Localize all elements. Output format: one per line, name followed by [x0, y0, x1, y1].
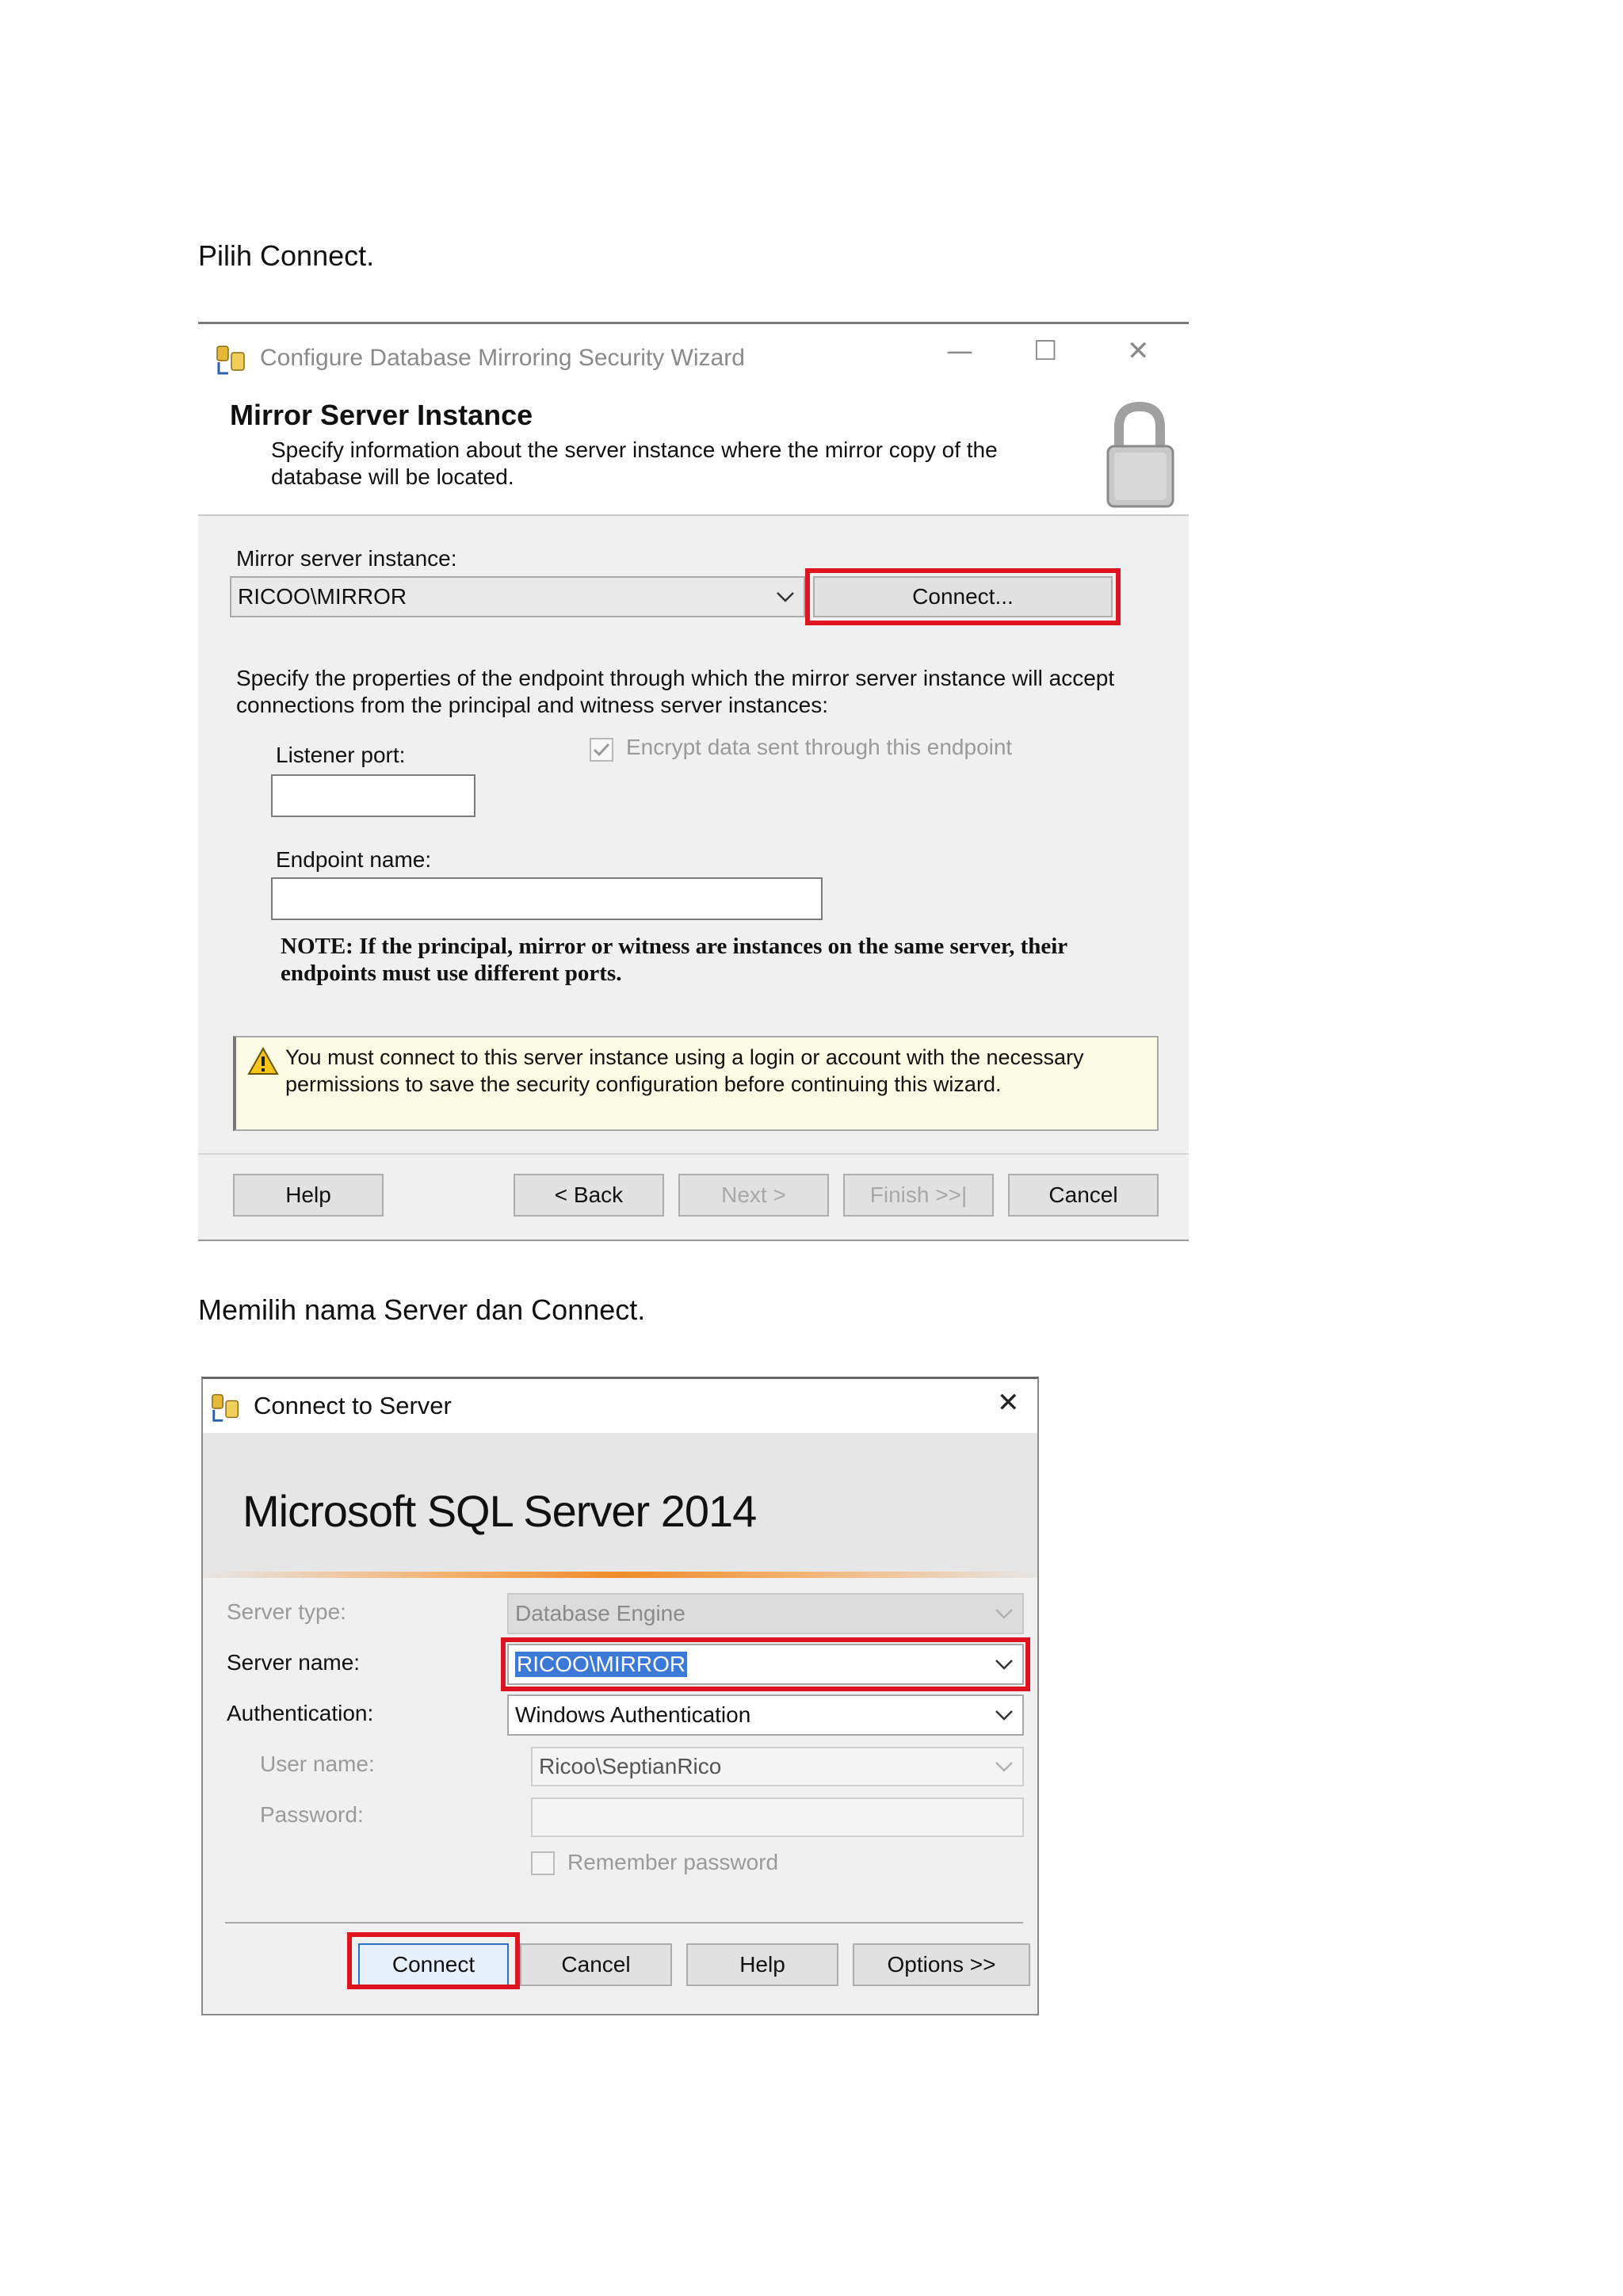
note-text: NOTE: If the principal, mirror or witnes…: [281, 934, 1067, 986]
password-input[interactable]: [531, 1797, 1024, 1837]
mirror-server-label: Mirror server instance:: [236, 546, 457, 571]
chevron-down-icon: [995, 1710, 1013, 1721]
options-button[interactable]: Options >>: [853, 1943, 1030, 1986]
next-button[interactable]: Next >: [678, 1174, 829, 1217]
caption-pilih-connect: Pilih Connect.: [198, 239, 375, 272]
wizard-header: Mirror Server Instance Specify informati…: [198, 388, 1189, 516]
endpoint-name-label: Endpoint name:: [276, 847, 432, 872]
cancel-button[interactable]: Cancel: [520, 1943, 672, 1986]
page-description: Specify information about the server ins…: [271, 437, 998, 489]
listener-port-label: Listener port:: [276, 743, 406, 767]
close-icon[interactable]: ✕: [1127, 335, 1150, 367]
close-icon[interactable]: ✕: [997, 1387, 1020, 1419]
encrypt-label: Encrypt data sent through this endpoint: [626, 735, 1013, 759]
endpoint-name-input[interactable]: [271, 877, 823, 920]
connect-highlight-box: [347, 1932, 520, 1989]
finish-button[interactable]: Finish >>|: [843, 1174, 994, 1217]
page-title: Mirror Server Instance: [230, 399, 533, 431]
chevron-down-icon: [777, 592, 794, 602]
warning-panel: You must connect to this server instance…: [233, 1036, 1159, 1131]
authentication-value: Windows Authentication: [515, 1702, 751, 1727]
warning-text: You must connect to this server instance…: [285, 1045, 1084, 1096]
server-type-combobox[interactable]: Database Engine: [507, 1593, 1024, 1634]
remember-password-checkbox[interactable]: [531, 1851, 555, 1875]
title-bar: Connect to Server ✕: [203, 1379, 1037, 1433]
user-name-value: Ricoo\SeptianRico: [539, 1754, 722, 1778]
connect-highlight-box: [805, 568, 1121, 625]
remember-password-label: Remember password: [567, 1850, 779, 1874]
chevron-down-icon: [995, 1762, 1013, 1772]
server-name-label: Server name:: [227, 1650, 361, 1675]
button-divider: [225, 1922, 1023, 1924]
checkmark-icon: [593, 743, 610, 757]
title-bar: Configure Database Mirroring Security Wi…: [198, 324, 1189, 388]
window-title: Connect to Server: [254, 1392, 452, 1419]
authentication-label: Authentication:: [227, 1701, 374, 1725]
encrypt-checkbox[interactable]: [590, 738, 613, 762]
user-name-combobox[interactable]: Ricoo\SeptianRico: [531, 1747, 1024, 1786]
sql-server-app-icon: [212, 1394, 239, 1422]
endpoint-description: Specify the properties of the endpoint t…: [236, 666, 1115, 717]
help-button[interactable]: Help: [233, 1174, 384, 1217]
product-name: Microsoft SQL Server 2014: [242, 1486, 757, 1536]
listener-port-input[interactable]: [271, 774, 475, 817]
server-type-value: Database Engine: [515, 1601, 685, 1626]
server-name-highlight-box: [501, 1637, 1030, 1691]
mirror-server-combobox[interactable]: RICOO\MIRROR: [230, 576, 805, 617]
sql-server-app-icon: [216, 346, 245, 375]
product-banner: Microsoft SQL Server 2014: [203, 1433, 1037, 1574]
minimize-icon[interactable]: —: [946, 335, 973, 367]
mirroring-wizard-window: Configure Database Mirroring Security Wi…: [198, 322, 1189, 1241]
window-title: Configure Database Mirroring Security Wi…: [260, 345, 745, 371]
help-button[interactable]: Help: [686, 1943, 838, 1986]
warning-icon: [247, 1047, 279, 1075]
maximize-icon[interactable]: ☐: [1033, 335, 1057, 367]
mirror-server-value: RICOO\MIRROR: [238, 584, 407, 609]
connect-to-server-window: Connect to Server ✕ Microsoft SQL Server…: [201, 1377, 1039, 2015]
padlock-icon: [1106, 401, 1174, 508]
caption-memilih-server: Memilih nama Server dan Connect.: [198, 1293, 646, 1326]
server-type-label: Server type:: [227, 1599, 346, 1624]
password-label: Password:: [260, 1802, 364, 1827]
back-button[interactable]: < Back: [514, 1174, 664, 1217]
authentication-combobox[interactable]: Windows Authentication: [507, 1694, 1024, 1736]
user-name-label: User name:: [260, 1752, 375, 1776]
footer-divider: [198, 1153, 1189, 1155]
chevron-down-icon: [995, 1609, 1013, 1619]
banner-accent-line: [203, 1572, 1037, 1578]
cancel-button[interactable]: Cancel: [1008, 1174, 1159, 1217]
